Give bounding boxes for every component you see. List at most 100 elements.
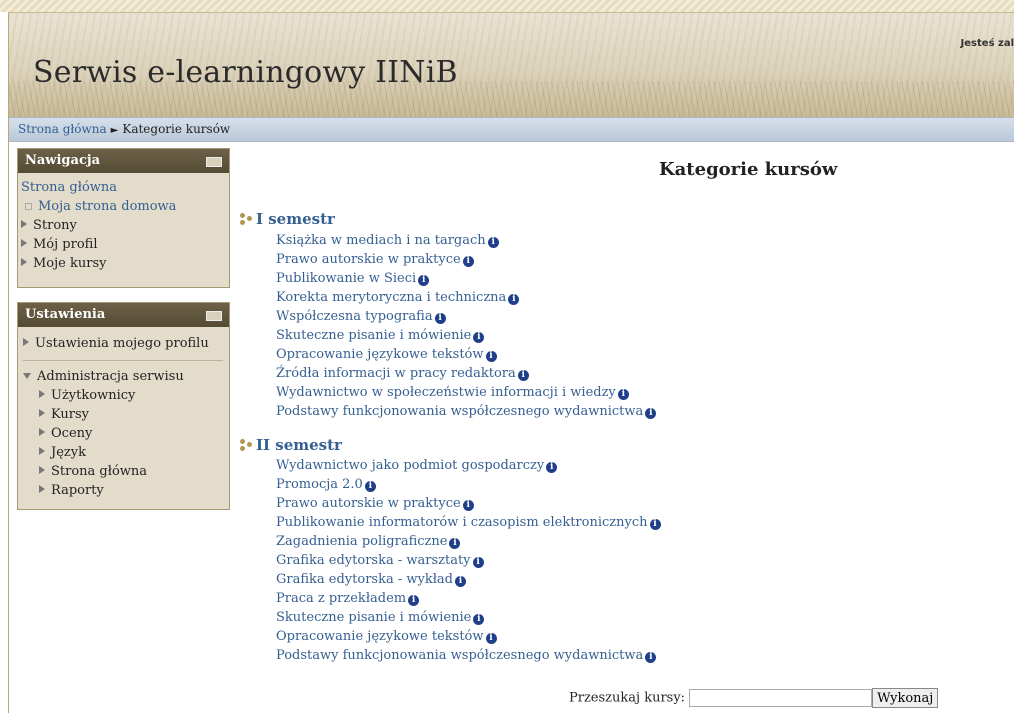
course-link[interactable]: Książka w mediach i na targach i	[276, 231, 656, 250]
admin-item-label: Język	[51, 445, 86, 460]
info-icon[interactable]: i	[546, 462, 558, 473]
course-link[interactable]: Podstawy funkcjonowania współczesnego wy…	[276, 646, 661, 665]
expand-arrow-icon	[39, 447, 45, 455]
course-link[interactable]: Zagadnienia poligraficzne i	[276, 532, 661, 551]
course-link[interactable]: Opracowanie językowe tekstów i	[276, 627, 661, 646]
settings-block-title: Ustawienia	[25, 307, 106, 322]
info-icon[interactable]: i	[508, 294, 520, 305]
category-icon	[240, 439, 254, 451]
expand-arrow-icon	[23, 338, 29, 346]
navigation-block: Nawigacja Strona główna Moja strona domo…	[17, 148, 230, 288]
category-icon	[240, 213, 254, 225]
course-link[interactable]: Publikowanie w Sieci i	[276, 269, 656, 288]
course-link[interactable]: Skuteczne pisanie i mówienie i	[276, 326, 656, 345]
search-submit-button[interactable]: Wykonaj	[872, 688, 939, 708]
course-list-1: Książka w mediach i na targach i Prawo au…	[276, 231, 657, 421]
category-name: II semestr	[256, 436, 342, 454]
nav-item-label: Strony	[33, 218, 77, 233]
settings-block: Ustawienia Ustawienia mojego profilu Adm…	[17, 302, 230, 510]
nav-home-link[interactable]: Strona główna	[21, 180, 117, 195]
admin-item-grades[interactable]: Oceny	[39, 424, 229, 443]
course-link[interactable]: Wydawnictwo w społeczeństwie informacji …	[276, 383, 656, 402]
nav-item-my-profile[interactable]: Mój profil	[21, 235, 229, 254]
nav-item-pages[interactable]: Strony	[21, 216, 229, 235]
info-icon[interactable]: i	[517, 370, 529, 381]
course-search-form: Przeszukaj kursy: Wykonaj	[569, 688, 939, 708]
info-icon[interactable]: i	[473, 332, 485, 343]
collapse-arrow-icon	[23, 373, 31, 379]
info-icon[interactable]: i	[487, 237, 499, 248]
info-icon[interactable]: i	[434, 313, 446, 324]
expand-arrow-icon	[39, 428, 45, 436]
course-link[interactable]: Prawo autorskie w praktyce i	[276, 494, 661, 513]
course-link[interactable]: Źródła informacji w pracy redaktora i	[276, 364, 656, 383]
breadcrumb-current: Kategorie kursów	[122, 122, 231, 136]
page-title: Kategorie kursów	[659, 159, 838, 180]
info-icon[interactable]: i	[418, 275, 430, 286]
search-label: Przeszukaj kursy:	[569, 690, 686, 706]
breadcrumb-home-link[interactable]: Strona główna	[18, 122, 107, 136]
admin-item-language[interactable]: Język	[39, 443, 229, 462]
admin-item-courses[interactable]: Kursy	[39, 405, 229, 424]
admin-item-label: Kursy	[51, 407, 90, 422]
expand-arrow-icon	[39, 485, 45, 493]
admin-item-reports[interactable]: Raporty	[39, 481, 229, 500]
navigation-block-title: Nawigacja	[25, 153, 100, 168]
admin-item-front-page[interactable]: Strona główna	[39, 462, 229, 481]
settings-item-site-admin[interactable]: Administracja serwisu	[23, 367, 229, 386]
breadcrumb-separator-icon: ►	[110, 125, 119, 136]
bullet-icon	[25, 202, 32, 210]
settings-item-label: Administracja serwisu	[37, 369, 184, 384]
info-icon[interactable]: i	[645, 408, 657, 419]
info-icon[interactable]: i	[645, 652, 657, 663]
expand-arrow-icon	[39, 409, 45, 417]
course-link[interactable]: Grafika edytorska - warsztaty i	[276, 551, 661, 570]
info-icon[interactable]: i	[455, 576, 466, 587]
nav-item-my-courses[interactable]: Moje kursy	[21, 254, 229, 273]
course-link[interactable]: Współczesna typografia i	[276, 307, 656, 326]
course-link[interactable]: Promocja 2.0 i	[276, 475, 661, 494]
navbar: Strona główna ► Kategorie kursów	[9, 117, 1014, 142]
info-icon[interactable]: i	[473, 614, 485, 625]
nav-item-label: Moja strona domowa	[38, 199, 177, 214]
nav-item-my-home[interactable]: Moja strona domowa	[21, 197, 229, 216]
course-link[interactable]: Korekta merytoryczna i techniczna i	[276, 288, 656, 307]
course-link[interactable]: Opracowanie językowe tekstów i	[276, 345, 656, 364]
top-border-stripe	[0, 0, 1014, 12]
course-link[interactable]: Wydawnictwo jako podmiot gospodarczy i	[276, 456, 661, 475]
dock-block-icon[interactable]	[206, 157, 222, 167]
category-heading-2[interactable]: II semestr	[240, 436, 342, 454]
category-heading-1[interactable]: I semestr	[240, 210, 335, 228]
category-name: I semestr	[256, 210, 335, 228]
course-link[interactable]: Grafika edytorska - wykład i	[276, 570, 661, 589]
course-link[interactable]: Podstawy funkcjonowania współczesnego wy…	[276, 402, 657, 421]
info-icon[interactable]: i	[472, 557, 484, 568]
search-input[interactable]	[689, 689, 873, 707]
course-link[interactable]: Publikowanie informatorów i czasopism el…	[276, 513, 661, 532]
course-link[interactable]: Skuteczne pisanie i mówienie i	[276, 608, 661, 627]
info-icon[interactable]: i	[649, 519, 661, 530]
course-link[interactable]: Praca z przekładem i	[276, 589, 661, 608]
info-icon[interactable]: i	[449, 538, 461, 549]
info-icon[interactable]: i	[485, 633, 497, 644]
info-icon[interactable]: i	[462, 256, 474, 267]
admin-item-users[interactable]: Użytkownicy	[39, 386, 229, 405]
info-icon[interactable]: i	[485, 351, 497, 362]
dock-block-icon[interactable]	[206, 311, 222, 321]
expand-arrow-icon	[21, 258, 27, 266]
login-info[interactable]: Jesteś zal	[961, 38, 1014, 49]
site-header: Serwis e-learningowy IINiB Jesteś zal	[9, 13, 1014, 117]
info-icon[interactable]: i	[462, 500, 474, 511]
nav-item-label: Moje kursy	[33, 256, 107, 271]
settings-item-profile[interactable]: Ustawienia mojego profilu	[23, 334, 229, 353]
divider	[23, 360, 223, 361]
expand-arrow-icon	[21, 239, 27, 247]
course-list-2: Wydawnictwo jako podmiot gospodarczy i Pr…	[276, 456, 661, 665]
info-icon[interactable]: i	[364, 481, 376, 492]
info-icon[interactable]: i	[408, 595, 420, 606]
course-link[interactable]: Prawo autorskie w praktyce i	[276, 250, 656, 269]
settings-item-label: Ustawienia mojego profilu	[35, 336, 209, 351]
navigation-block-header: Nawigacja	[18, 149, 229, 173]
info-icon[interactable]: i	[617, 389, 629, 400]
expand-arrow-icon	[39, 390, 45, 398]
